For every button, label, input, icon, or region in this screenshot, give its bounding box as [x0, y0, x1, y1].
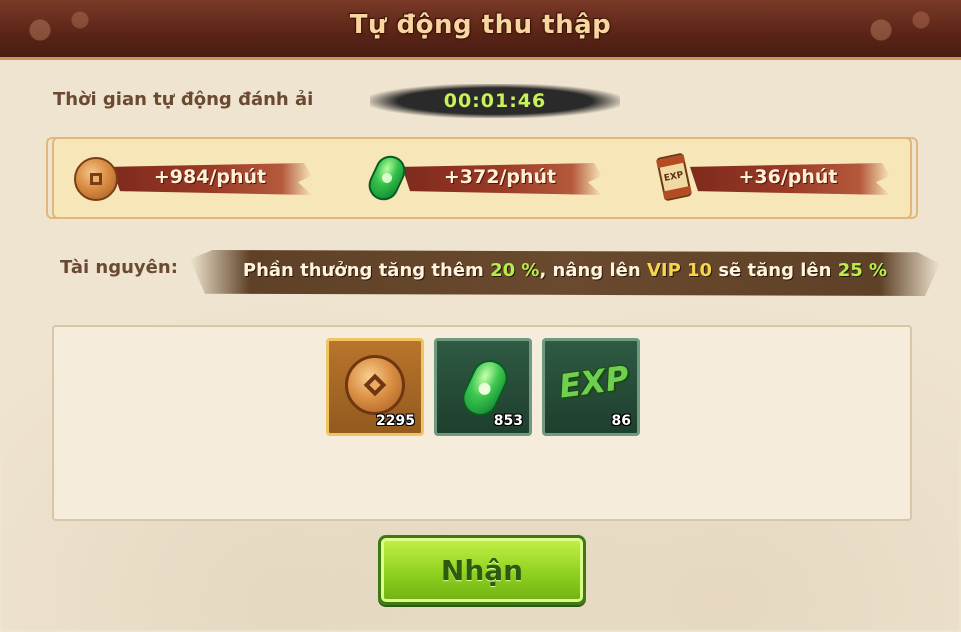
auto-time-label: Thời gian tự động đánh ải — [53, 89, 314, 110]
coin-icon — [74, 157, 118, 201]
rate-exp-value: +36/phút — [738, 166, 838, 188]
jade-icon — [363, 150, 411, 206]
coin-icon — [345, 355, 405, 415]
dialog-title: Tự động thu thập — [349, 10, 612, 40]
resource-count: 853 — [493, 413, 523, 429]
rate-jade-value: +372/phút — [443, 166, 557, 188]
resources-label: Tài nguyên: — [60, 257, 178, 278]
resource-count: 2295 — [376, 413, 415, 429]
auto-time-value: 00:01:46 — [370, 84, 620, 118]
rate-coin-value: +984/phút — [153, 166, 267, 188]
resource-slot-jade[interactable]: 853 — [434, 338, 532, 436]
claim-button-label: Nhận — [440, 554, 524, 587]
vip-level: VIP 10 — [646, 260, 713, 281]
rates-panel: +984/phút +372/phút EXP +36/phút — [46, 137, 918, 219]
exp-scroll-icon: EXP — [655, 152, 693, 202]
resource-slot-coin[interactable]: 2295 — [326, 338, 424, 436]
jade-icon — [456, 354, 514, 422]
resource-count: 86 — [611, 413, 631, 429]
auto-collect-dialog: Tự động thu thập Thời gian tự động đánh … — [0, 0, 961, 632]
bonus-text-part: sẽ tăng lên — [712, 260, 838, 281]
vip-bonus-percent: 25 % — [837, 260, 888, 281]
bonus-text-part: , nâng lên — [539, 260, 647, 281]
resource-slot-exp[interactable]: EXP 86 — [542, 338, 640, 436]
exp-icon: EXP — [556, 358, 632, 406]
bonus-text: Phần thưởng tăng thêm 20 %, nâng lên VIP… — [190, 260, 940, 281]
claim-button[interactable]: Nhận — [378, 535, 586, 605]
bonus-percent: 20 % — [490, 260, 540, 281]
title-bar: Tự động thu thập — [0, 0, 961, 60]
bonus-text-part: Phần thưởng tăng thêm — [242, 260, 491, 281]
